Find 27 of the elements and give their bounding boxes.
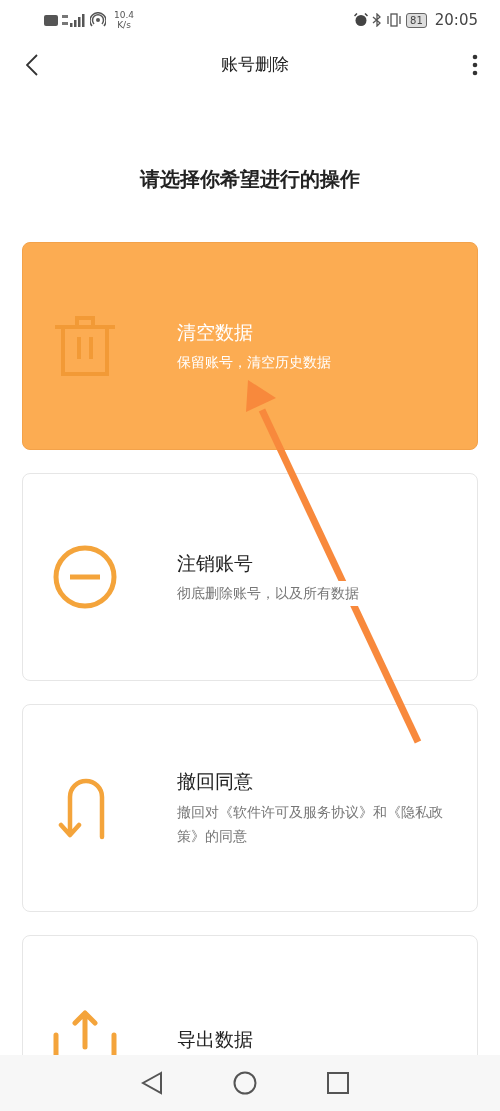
hd-icon [44, 14, 58, 26]
option-title: 导出数据 [177, 1026, 254, 1052]
option-description: 彻底删除账号，以及所有数据 [177, 581, 359, 606]
net-speed-unit: K/s [116, 20, 132, 30]
option-card[interactable]: 注销账号 彻底删除账号，以及所有数据 [22, 473, 478, 681]
back-icon[interactable] [141, 1071, 163, 1095]
option-title: 撤回同意 [177, 769, 254, 795]
option-title: 清空数据 [177, 319, 254, 345]
option-card[interactable]: 撤回同意 撤回对《软件许可及服务协议》和《隐私政策》的同意 [22, 704, 478, 912]
trash-icon [53, 315, 117, 377]
option-title: 注销账号 [177, 550, 254, 576]
hotspot-icon [90, 12, 106, 28]
signal-icon [62, 13, 86, 27]
more-icon[interactable] [472, 54, 478, 76]
minus-circle-icon [53, 545, 117, 609]
status-time: 20:05 [434, 9, 478, 31]
bluetooth-icon [372, 13, 383, 27]
battery-level: 81 [406, 12, 427, 28]
home-icon[interactable] [233, 1071, 257, 1095]
page-title: 账号删除 [221, 53, 289, 77]
section-heading: 请选择你希望进行的操作 [138, 166, 361, 193]
vibrate-icon [386, 13, 403, 27]
alarm-icon [354, 13, 369, 27]
recents-icon[interactable] [327, 1072, 349, 1094]
option-card[interactable]: 导出数据 [22, 935, 478, 1055]
net-speed: 10.4 [114, 10, 135, 20]
export-icon [52, 1007, 118, 1055]
